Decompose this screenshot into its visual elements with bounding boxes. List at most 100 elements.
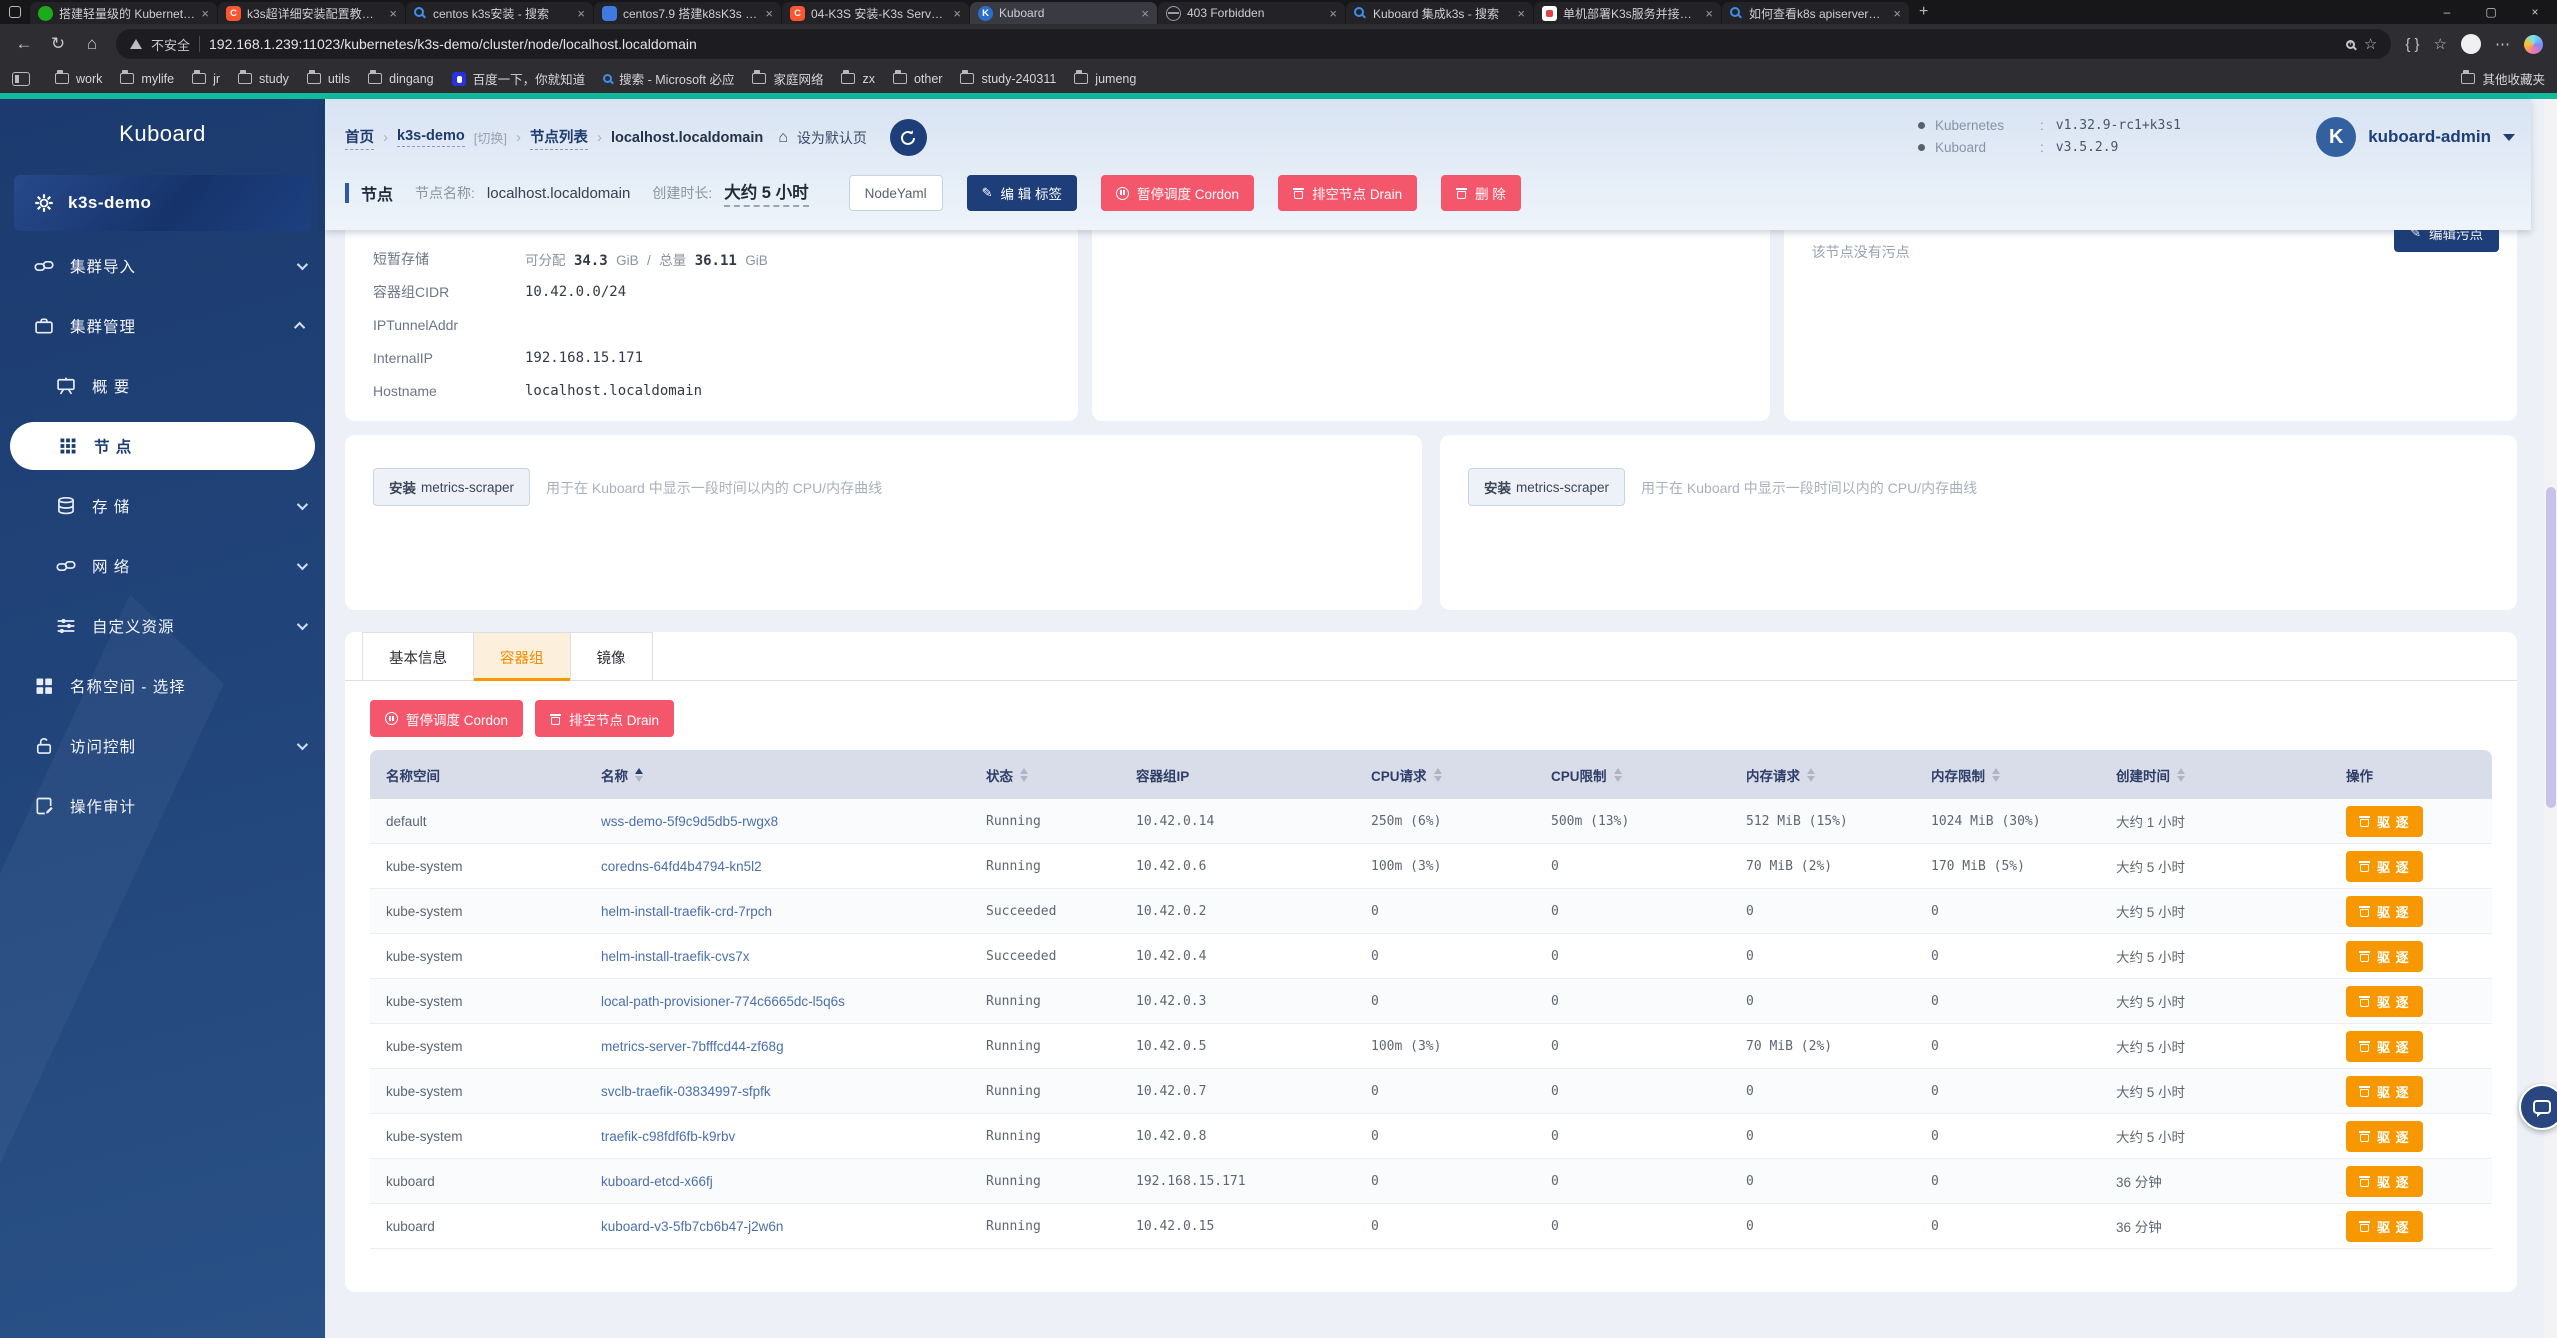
favorites-bar-icon[interactable]: ☆ — [2434, 35, 2447, 53]
cell-pod-name-link[interactable]: helm-install-traefik-cvs7x — [585, 949, 970, 964]
evict-button[interactable]: 驱 逐 — [2346, 1075, 2423, 1107]
home-icon[interactable]: ⌂ — [82, 34, 102, 54]
bookmark-item[interactable]: 百度一下，你就知道 — [443, 69, 595, 88]
edit-labels-button[interactable]: ✎ 编 辑 标签 — [966, 175, 1078, 211]
breadcrumb-node-list[interactable]: 节点列表 — [529, 126, 588, 150]
column-header[interactable]: CPU请求 — [1355, 765, 1535, 785]
bookmark-item[interactable]: work — [46, 69, 111, 88]
browser-profile-avatar[interactable] — [2461, 34, 2481, 54]
tab-close-icon[interactable]: × — [1893, 6, 1901, 21]
tab-close-icon[interactable]: × — [1141, 6, 1149, 21]
column-header[interactable]: 内存限制 — [1915, 765, 2100, 785]
cell-pod-name-link[interactable]: wss-demo-5f9c9d5db5-rwgx8 — [585, 814, 970, 829]
new-tab-button[interactable]: + — [1919, 3, 1928, 21]
copilot-icon[interactable] — [2524, 34, 2543, 54]
close-button[interactable]: × — [2513, 0, 2557, 24]
column-header[interactable]: CPU限制 — [1535, 765, 1730, 785]
evict-button[interactable]: 驱 逐 — [2346, 1210, 2423, 1242]
tab-close-icon[interactable]: × — [389, 6, 397, 21]
install-metrics-scraper-button[interactable]: 安装 metrics-scraper — [373, 468, 531, 506]
bookmark-item[interactable]: study-240311 — [951, 69, 1065, 88]
browser-tab[interactable]: 如何查看k8s apiserver的地址 - 搜 × — [1722, 2, 1909, 24]
sidebar-item[interactable]: 集群导入 — [0, 236, 325, 296]
sidebar-item[interactable]: 网 络 — [0, 536, 325, 596]
column-header[interactable]: 状态 — [970, 765, 1120, 785]
sidebar-item[interactable]: 操作审计 — [0, 776, 325, 836]
sidebar-item[interactable]: 访问控制 — [0, 716, 325, 776]
bookmark-item[interactable]: study — [229, 69, 298, 88]
tab-close-icon[interactable]: × — [1705, 6, 1713, 21]
sidebar-item[interactable]: 集群管理 — [0, 296, 325, 356]
cell-pod-name-link[interactable]: svclb-traefik-03834997-sfpfk — [585, 1084, 970, 1099]
cell-pod-name-link[interactable]: helm-install-traefik-crd-7rpch — [585, 904, 970, 919]
node-yaml-button[interactable]: NodeYaml — [848, 175, 943, 211]
evict-button[interactable]: 驱 逐 — [2346, 850, 2423, 882]
browser-tab[interactable]: 单机部署K3s服务并接入Kuboar × — [1534, 2, 1721, 24]
column-header[interactable]: 名称 — [585, 765, 970, 785]
set-default-page-button[interactable]: 设为默认页 — [797, 128, 867, 148]
bookmark-item[interactable]: zx — [832, 69, 884, 88]
tab-close-icon[interactable]: × — [201, 6, 209, 21]
sort-icon[interactable] — [2177, 767, 2185, 782]
evict-button[interactable]: 驱 逐 — [2346, 1030, 2423, 1062]
bookmark-item[interactable]: jr — [183, 69, 229, 88]
url-field[interactable]: 不安全 192.168.1.239:11023/kubernetes/k3s-d… — [116, 29, 2392, 59]
scrollbar-thumb[interactable] — [2545, 487, 2556, 808]
sort-icon[interactable] — [635, 767, 643, 782]
extensions-icon[interactable]: { } — [2405, 36, 2419, 53]
cell-pod-name-link[interactable]: kuboard-v3-5fb7cb6b47-j2w6n — [585, 1219, 970, 1234]
browser-tab[interactable]: centos7.9 搭建k8sK3s -轻量级Ku × — [594, 2, 781, 24]
evict-button[interactable]: 驱 逐 — [2346, 1165, 2423, 1197]
refresh-icon[interactable]: ↻ — [48, 34, 68, 54]
bookmark-item[interactable]: 搜索 - Microsoft 必应 — [594, 69, 743, 88]
install-metrics-scraper-button[interactable]: 安装 metrics-scraper — [1468, 468, 1626, 506]
user-menu[interactable]: K kuboard-admin — [2316, 117, 2515, 157]
sidebar-item[interactable]: 存 储 — [0, 476, 325, 536]
column-header[interactable]: 内存请求 — [1730, 765, 1915, 785]
column-header[interactable]: 创建时间 — [2100, 765, 2330, 785]
sort-icon[interactable] — [1992, 767, 2000, 782]
cell-pod-name-link[interactable]: local-path-provisioner-774c6665dc-l5q6s — [585, 994, 970, 1009]
browser-tab[interactable]: 403 Forbidden × — [1158, 2, 1345, 24]
favorite-star-icon[interactable]: ☆ — [2364, 35, 2377, 53]
sidebar-item[interactable]: 概 要 — [0, 356, 325, 416]
sort-icon[interactable] — [1433, 767, 1442, 782]
tab-close-icon[interactable]: × — [1517, 6, 1525, 21]
cell-pod-name-link[interactable]: coredns-64fd4b4794-kn5l2 — [585, 859, 970, 874]
maximize-button[interactable]: ▢ — [2469, 0, 2513, 24]
bookmark-item[interactable]: mylife — [111, 69, 183, 88]
browser-tab[interactable]: 04-K3S 安装-K3s Server和Agent × — [782, 2, 969, 24]
browser-tab[interactable]: Kuboard × — [970, 2, 1157, 24]
bookmark-item[interactable]: utils — [298, 69, 359, 88]
tab-images[interactable]: 镜像 — [569, 632, 653, 681]
drain-button[interactable]: 排空节点 Drain — [535, 700, 675, 737]
edit-taints-button[interactable]: ✎ 编辑污点 — [2394, 230, 2499, 252]
tab-close-icon[interactable]: × — [765, 6, 773, 21]
sidebar-toggle-icon[interactable] — [12, 71, 30, 86]
evict-button[interactable]: 驱 逐 — [2346, 985, 2423, 1017]
cell-pod-name-link[interactable]: kuboard-etcd-x66fj — [585, 1174, 970, 1189]
tab-pods[interactable]: 容器组 — [473, 632, 570, 681]
evict-button[interactable]: 驱 逐 — [2346, 805, 2423, 837]
support-chat-button[interactable] — [2519, 1084, 2557, 1130]
tab-close-icon[interactable]: × — [577, 6, 585, 21]
cluster-selector[interactable]: k3s-demo — [14, 175, 311, 231]
minimize-button[interactable]: – — [2425, 0, 2469, 24]
browser-tab[interactable]: k3s超详细安装配置教程_k3s 安装 × — [218, 2, 405, 24]
browser-tab[interactable]: 搭建轻量级的 Kubernetes "K3S" × — [30, 2, 217, 24]
zoom-icon[interactable] — [2345, 38, 2355, 49]
cell-pod-name-link[interactable]: traefik-c98fdf6fb-k9rbv — [585, 1129, 970, 1144]
back-icon[interactable]: ← — [14, 34, 34, 54]
sort-icon[interactable] — [1020, 767, 1028, 782]
browser-tab[interactable]: centos k3s安装 - 搜索 × — [406, 2, 593, 24]
sidebar-item[interactable]: 自定义资源 — [0, 596, 325, 656]
more-menu-icon[interactable]: ⋯ — [2495, 35, 2510, 53]
tab-basic-info[interactable]: 基本信息 — [362, 632, 473, 681]
sidebar-item[interactable]: 名称空间 - 选择 — [0, 656, 325, 716]
vertical-scrollbar[interactable] — [2544, 99, 2557, 1338]
evict-button[interactable]: 驱 逐 — [2346, 940, 2423, 972]
column-header[interactable]: 容器组IP — [1120, 765, 1355, 785]
other-bookmarks-button[interactable]: 其他收藏夹 — [2461, 69, 2545, 88]
column-header[interactable]: 操作 — [2330, 765, 2492, 785]
bookmark-item[interactable]: dingang — [359, 69, 443, 88]
